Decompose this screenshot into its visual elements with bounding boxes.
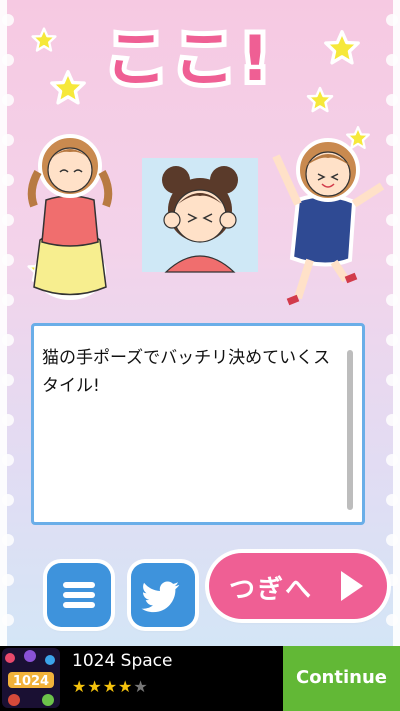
svg-text:1024: 1024 [13,674,49,689]
star-icon [306,86,334,113]
girl-left-illustration [27,134,113,300]
dialogue-scrollbar[interactable] [347,350,353,510]
character-illustrations [27,134,385,306]
title-logo-art: ここ! [100,17,275,98]
star-icon [31,27,57,52]
star-icon: ★ [72,677,88,696]
ad-continue-button[interactable]: Continue [283,646,400,711]
star-icon: ★ [133,677,149,696]
title-logo: ここ! [90,14,290,98]
dialogue-text: 猫の手ポーズでバッチリ決めていくスタイル! [42,348,331,396]
star-icon: ★ [118,677,134,696]
ad-rating: ★★★★★ [72,677,149,696]
menu-button[interactable] [47,563,111,627]
ad-app-icon[interactable]: 1024 [2,648,60,708]
play-arrow-icon [341,571,363,601]
star-icon: ★ [87,677,103,696]
hamburger-menu-icon [63,582,95,608]
dialogue-box: 猫の手ポーズでバッチリ決めていくスタイル! [31,323,365,525]
svg-text:ここ!: ここ! [105,22,275,95]
star-icon [324,30,360,65]
girl-right-illustration [272,138,385,306]
ad-title[interactable]: 1024 Space [72,651,172,671]
star-icon: ★ [102,677,119,696]
twitter-share-button[interactable] [131,563,195,627]
ad-continue-label: Continue [295,667,387,688]
star-icon [50,70,86,105]
next-button-label: つぎへ [229,575,314,605]
twitter-bird-icon [141,581,180,613]
girl-center-illustration [142,158,258,273]
next-button[interactable]: つぎへ [209,553,387,619]
